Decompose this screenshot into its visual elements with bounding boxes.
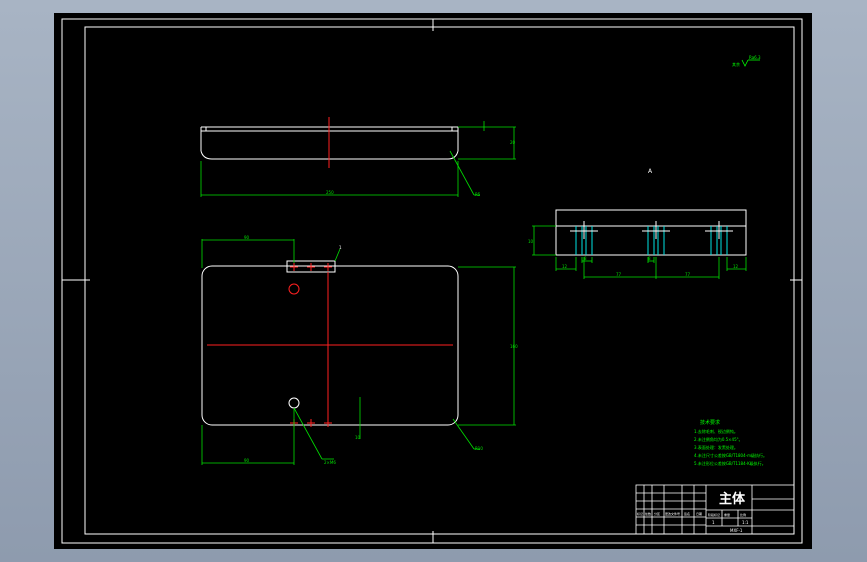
tb-header-cell: 更改文件号	[665, 511, 680, 516]
front-view-bottom-offset-dim: 90	[244, 458, 250, 463]
side-view-depth-dim: 10	[528, 239, 534, 244]
tb-lower-cell: 阶段标记	[708, 512, 720, 517]
scale-value: 1:1	[742, 520, 749, 525]
tech-req-item: 1.去除毛刺、锐边倒钝。	[694, 428, 738, 434]
surface-finish-note: 其余 Ra6.3	[732, 55, 761, 67]
tb-lower-cell: 重量	[724, 512, 730, 517]
front-view-hole-top	[288, 283, 300, 295]
top-view: 250 20 R5	[200, 117, 516, 197]
technical-requirements: 技术要求 1.去除毛刺、锐边倒钝。 2.未注倒角均为0.5×45°。 3.表面处…	[694, 419, 767, 466]
side-view-spacing-1-dim: 77	[616, 272, 622, 277]
tb-header-cell: 签名	[684, 511, 690, 516]
tech-req-heading: 技术要求	[700, 419, 720, 426]
top-view-width-dim: 250	[326, 190, 334, 195]
front-view-height-dim: 160	[510, 344, 518, 349]
tech-req-item: 2.未注倒角均为0.5×45°。	[694, 436, 743, 442]
section-marker: A	[648, 168, 653, 175]
side-view-hole-centers	[570, 221, 733, 239]
drawing-number: MXF-1	[730, 528, 743, 533]
tb-lower-cell: 比例	[740, 512, 746, 517]
slot-hole-marks	[290, 263, 332, 271]
front-view-centerlines	[207, 272, 453, 427]
sheet-outer-border	[61, 18, 803, 544]
sheet-qty: 1	[712, 520, 715, 525]
sheet-inner-border	[84, 26, 795, 535]
side-view-small-2-dim: 8	[648, 256, 651, 261]
tb-header-cell: 分区	[654, 511, 660, 516]
tech-req-item: 3.表面处理：发黑处理。	[694, 444, 738, 450]
cad-viewport[interactable]: 其余 Ra6.3 A 250 20 R5 90 160 90 2×M6 10 R…	[54, 13, 812, 549]
side-view-edge-left-dim: 12	[562, 264, 568, 269]
tech-req-item: 5.未注形位公差按GB/T1184-K级执行。	[694, 460, 766, 466]
hole-depth-dim: 10	[355, 435, 361, 440]
front-view-leader-note: R10	[475, 446, 483, 451]
tech-req-item: 4.未注尺寸公差按GB/T1804-m级执行。	[694, 452, 767, 458]
front-view-dimensions	[201, 239, 516, 465]
side-view-small-1-dim: 8	[584, 256, 587, 261]
top-view-leader-note: R5	[475, 192, 481, 197]
title-block-header-cells: 标记 处数 分区 更改文件号 签名 日期 阶段标记 重量 比例	[637, 511, 746, 517]
drawing-canvas: 其余 Ra6.3 A 250 20 R5 90 160 90 2×M6 10 R…	[61, 18, 803, 544]
top-view-height-dim: 20	[510, 140, 516, 145]
tb-header-cell: 标记	[637, 511, 643, 516]
front-view-left-offset-dim: 90	[244, 235, 250, 240]
part-name: 主体	[719, 491, 746, 507]
tb-header-cell: 处数	[645, 511, 651, 516]
tb-header-cell: 日期	[696, 511, 702, 516]
surface-finish-value: Ra6.3	[749, 55, 761, 60]
side-view-dimensions	[532, 225, 747, 279]
side-view-spacing-2-dim: 77	[685, 272, 691, 277]
centering-marks	[62, 19, 802, 543]
slot-leader-note: 1	[339, 245, 342, 250]
front-view-hole-bottom	[288, 397, 300, 409]
front-view: 90 160 90 2×M6 10 R10 1	[201, 235, 518, 465]
side-section-view: 10 12 8 77 8 77 12	[528, 209, 747, 279]
title-block	[635, 484, 795, 535]
side-view-edge-right-dim: 12	[733, 264, 739, 269]
side-view-holes	[575, 226, 728, 255]
surface-finish-prefix: 其余	[732, 61, 740, 67]
hole-note: 2×M6	[324, 460, 336, 465]
